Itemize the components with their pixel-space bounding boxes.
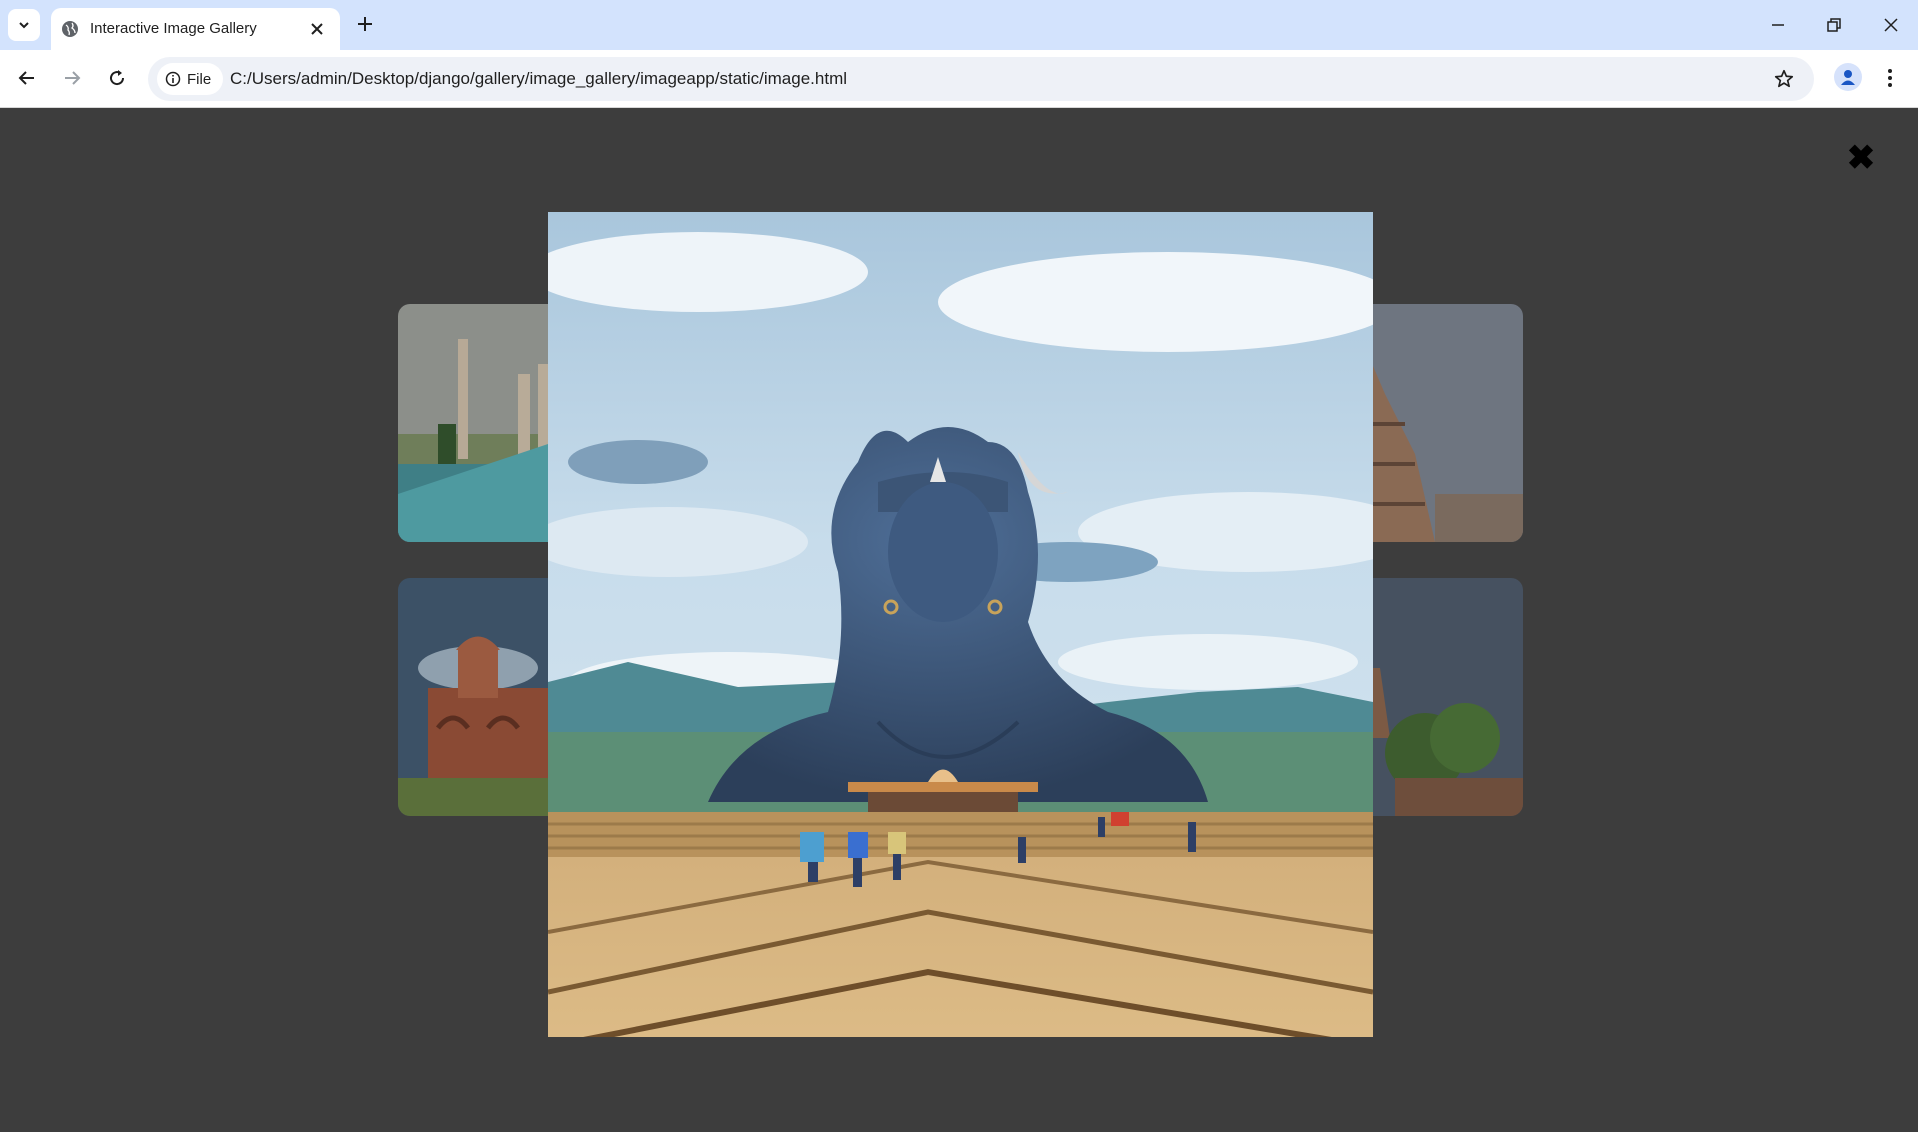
globe-icon xyxy=(62,21,78,37)
info-icon xyxy=(165,71,181,87)
forward-button[interactable] xyxy=(59,65,85,91)
page-viewport: ✖ xyxy=(0,109,1918,1132)
tab-strip: Interactive Image Gallery xyxy=(0,0,1918,50)
close-icon[interactable] xyxy=(309,21,325,37)
star-icon[interactable] xyxy=(1773,68,1795,90)
restore-button[interactable] xyxy=(1821,12,1847,38)
close-x-icon: ✖ xyxy=(1846,139,1876,177)
url-text[interactable]: C:/Users/admin/Desktop/django/gallery/im… xyxy=(230,57,847,101)
restore-icon xyxy=(1827,18,1841,32)
reload-button[interactable] xyxy=(104,65,130,91)
browser-toolbar: File C:/Users/admin/Desktop/django/galle… xyxy=(0,50,1918,108)
minimize-button[interactable] xyxy=(1765,12,1791,38)
plus-icon[interactable] xyxy=(354,13,376,35)
adiyogi-statue-image xyxy=(548,212,1373,1037)
tab-title: Interactive Image Gallery xyxy=(90,20,257,37)
person-icon xyxy=(1841,70,1855,85)
forward-arrow-icon xyxy=(65,71,81,85)
address-bar[interactable]: File C:/Users/admin/Desktop/django/galle… xyxy=(148,57,1814,101)
site-info-label: File xyxy=(187,70,212,88)
lightbox-image xyxy=(548,212,1373,1037)
profile-button[interactable] xyxy=(1834,63,1862,91)
active-tab[interactable]: Interactive Image Gallery xyxy=(51,8,340,50)
minimize-icon xyxy=(1772,24,1784,26)
back-button[interactable] xyxy=(14,65,40,91)
window-close-button[interactable] xyxy=(1878,12,1904,38)
site-info-chip[interactable]: File xyxy=(157,63,224,95)
back-arrow-icon xyxy=(18,71,34,85)
kebab-menu-icon xyxy=(1888,69,1892,87)
browser-menu-button[interactable] xyxy=(1878,66,1902,90)
reload-icon xyxy=(110,70,125,86)
chevron-down-icon xyxy=(19,22,29,29)
close-icon xyxy=(1884,18,1898,32)
tab-search-button[interactable] xyxy=(8,9,40,41)
lightbox-close-button[interactable]: ✖ xyxy=(1846,139,1876,177)
